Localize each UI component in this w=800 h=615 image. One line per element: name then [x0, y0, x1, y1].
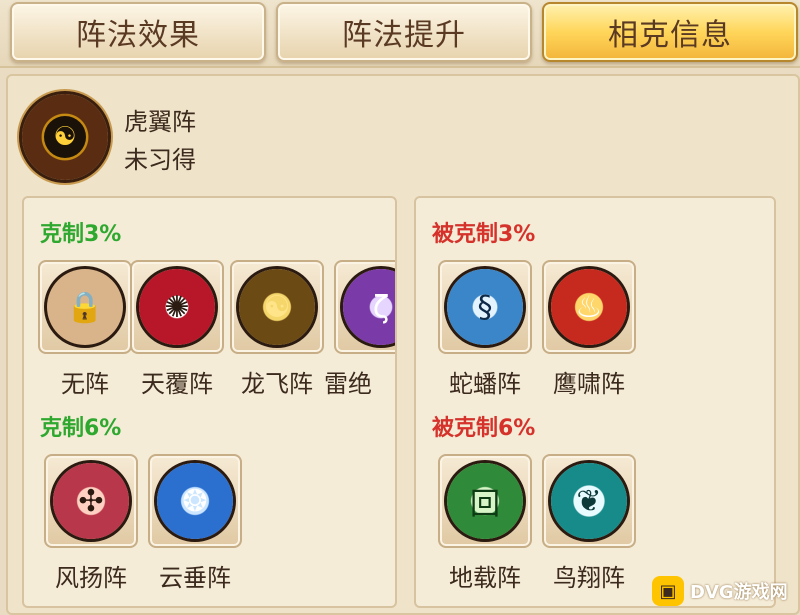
- dragon-fly-emblem-icon: ☯: [239, 269, 315, 345]
- slot-label: 蛇蟠阵: [449, 370, 521, 398]
- watermark-text: DVG游戏网: [690, 582, 788, 603]
- tab-formation-upgrade[interactable]: 阵法提升: [276, 2, 532, 62]
- slot-label: 地载阵: [449, 564, 521, 592]
- formation-slot-none[interactable]: 🔒: [38, 260, 132, 354]
- site-watermark: ▣ DVG游戏网: [652, 574, 794, 608]
- coiled-snake-emblem-icon: §: [447, 269, 523, 345]
- slot-label: 鹰啸阵: [553, 370, 625, 398]
- slot-label: 雷绝: [324, 370, 372, 398]
- cloud-hang-emblem-icon: ❂: [157, 463, 233, 539]
- formation-slot-dragon-fly[interactable]: ☯: [230, 260, 324, 354]
- wind-rise-emblem-icon: ✣: [53, 463, 129, 539]
- formation-slot-earth-bear[interactable]: 回: [438, 454, 532, 548]
- slot-label: 鸟翔阵: [553, 564, 625, 592]
- tab-bar: 阵法效果 阵法提升 相克信息: [0, 0, 800, 68]
- lock-icon: 🔒: [47, 269, 123, 345]
- restrains-panel: 克制3% 🔒 无阵 ✺ 天覆阵 ☯ 龙飞阵 ζ 雷绝 克制6% ✣ 风扬阵 ❂ …: [22, 196, 397, 608]
- formation-slot-cloud-hang[interactable]: ❂: [148, 454, 242, 548]
- formation-slot-wind-rise[interactable]: ✣: [44, 454, 138, 548]
- bird-soar-emblem-icon: ❦: [551, 463, 627, 539]
- tab-counter-info[interactable]: 相克信息: [542, 2, 798, 62]
- formation-status: 未习得: [124, 146, 196, 174]
- restrain-3-title: 克制3%: [40, 222, 122, 247]
- slot-label: 天覆阵: [141, 370, 213, 398]
- thunder-emblem-icon: ζ: [343, 269, 395, 345]
- eagle-cry-emblem-icon: ♨: [551, 269, 627, 345]
- formation-slot-bird-soar[interactable]: ❦: [542, 454, 636, 548]
- formation-slot-thunder[interactable]: ζ: [334, 260, 395, 354]
- restrain-6-title: 克制6%: [40, 416, 122, 441]
- restrained-6-title: 被克制6%: [432, 416, 536, 441]
- slot-label: 龙飞阵: [241, 370, 313, 398]
- tiger-wing-emblem-icon: ☯: [22, 94, 108, 180]
- formation-slot-coiled-snake[interactable]: §: [438, 260, 532, 354]
- earth-bear-emblem-icon: 回: [447, 463, 523, 539]
- slot-label: 云垂阵: [159, 564, 231, 592]
- restrained-panel: 被克制3% § 蛇蟠阵 ♨ 鹰啸阵 被克制6% 回 地载阵 ❦ 鸟翔阵: [414, 196, 776, 608]
- slot-label: 风扬阵: [55, 564, 127, 592]
- tab-formation-effect[interactable]: 阵法效果: [10, 2, 266, 62]
- formation-name: 虎翼阵: [124, 108, 196, 136]
- heaven-cover-emblem-icon: ✺: [139, 269, 215, 345]
- gamepad-icon: ▣: [652, 576, 684, 606]
- restrained-3-title: 被克制3%: [432, 222, 536, 247]
- formation-slot-eagle-cry[interactable]: ♨: [542, 260, 636, 354]
- formation-slot-heaven-cover[interactable]: ✺: [130, 260, 224, 354]
